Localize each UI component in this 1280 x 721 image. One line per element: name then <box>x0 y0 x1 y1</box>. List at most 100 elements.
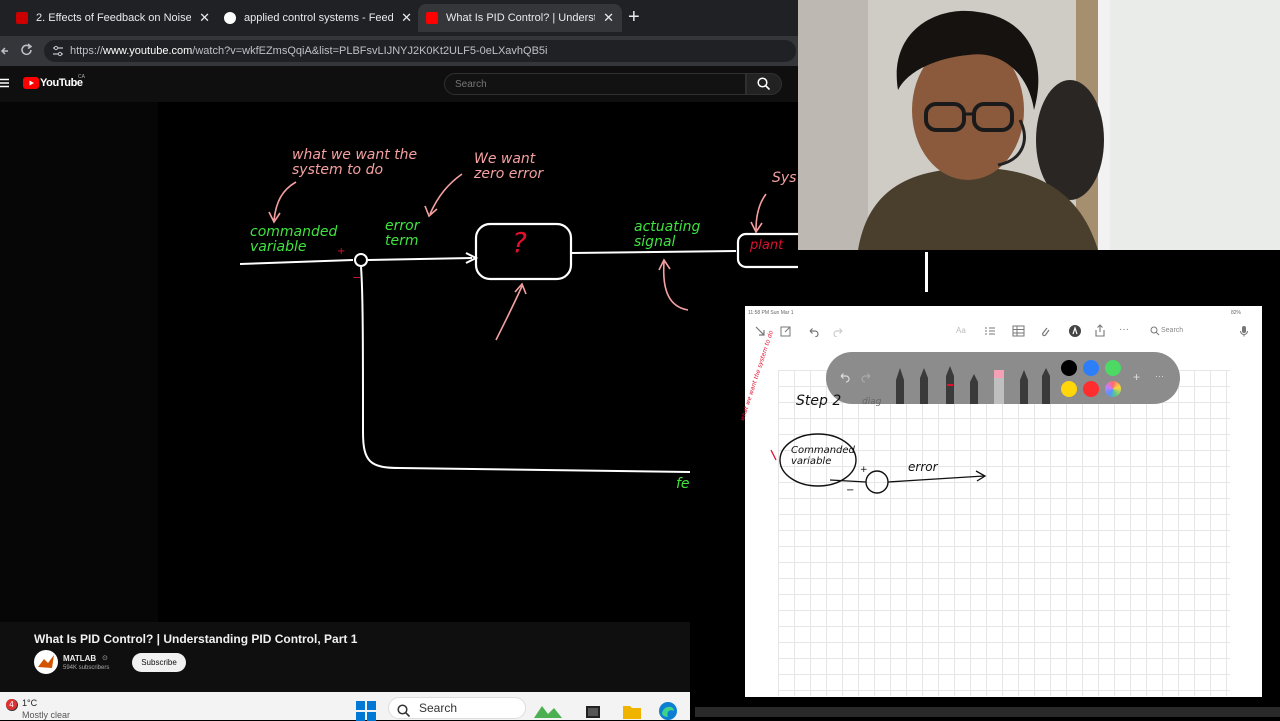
search-icon <box>757 77 771 91</box>
palette-more-button[interactable]: ··· <box>1155 371 1164 381</box>
search-icon <box>1150 326 1160 336</box>
webcam-feed <box>798 0 1280 250</box>
text-format-button[interactable]: Aa <box>956 326 966 335</box>
annotation-zero-error: We want zero error <box>474 151 544 182</box>
arrow-to-controller <box>495 285 523 341</box>
note-minus: − <box>846 485 855 496</box>
arrow-to-commanded <box>273 181 297 221</box>
youtube-search-input[interactable]: Search <box>444 73 746 95</box>
label-commanded-variable: commanded variable <box>250 224 338 255</box>
undo-icon[interactable] <box>807 325 819 337</box>
arrow-to-error <box>429 173 463 215</box>
pen-tool-6-icon <box>1042 368 1050 404</box>
palette-redo-icon[interactable] <box>860 370 874 384</box>
microphone-icon[interactable] <box>1239 325 1249 337</box>
taskbar-edge <box>695 707 1280 717</box>
color-swatch-multicolor[interactable] <box>1105 381 1121 397</box>
weather-description: Mostly clear <box>22 710 71 720</box>
pen-tool-4-icon <box>970 374 978 404</box>
weather-temperature: 1°C <box>22 698 38 708</box>
reload-icon[interactable] <box>19 42 35 58</box>
pen-tool-1-icon <box>896 368 904 404</box>
url-rest: /watch?v=wkfEZmsQqiA&list=PLBFsvLIJNYJ2K… <box>192 45 548 57</box>
table-icon[interactable] <box>1012 325 1025 337</box>
channel-avatar[interactable] <box>34 650 58 674</box>
collapse-icon[interactable] <box>754 325 766 337</box>
edge-browser-icon[interactable] <box>658 701 678 721</box>
diagram-partial-line <box>925 252 928 292</box>
youtube-logo-text: YouTube <box>40 77 83 89</box>
plus-sign: + <box>337 246 346 257</box>
pen-tool-2-icon <box>920 368 928 404</box>
note-error: error <box>908 460 938 474</box>
subscriber-count: 594K subscribers <box>63 665 110 671</box>
url-field[interactable]: https://www.youtube.com/watch?v=wkfEZmsQ… <box>44 40 796 62</box>
hamburger-menu-icon[interactable] <box>0 78 10 88</box>
error-line <box>367 257 473 261</box>
color-swatch-red[interactable] <box>1083 381 1099 397</box>
compose-icon[interactable] <box>780 325 792 337</box>
close-tab-icon[interactable]: ✕ <box>199 10 210 26</box>
url-host: www.youtube.com <box>103 45 193 57</box>
channel-name[interactable]: MATLAB <box>63 654 96 663</box>
notes-grid-canvas[interactable] <box>778 370 1230 696</box>
pen-tools[interactable] <box>888 362 1058 404</box>
controller-question-mark: ? <box>512 226 527 259</box>
note-commanded-variable: Commanded variable <box>791 445 855 467</box>
tab-title: applied control systems - Feedba <box>244 12 394 24</box>
block-diagram <box>239 173 800 473</box>
arrow-to-actuating <box>662 261 689 311</box>
add-tool-button[interactable]: + <box>1133 370 1140 384</box>
summing-junction <box>354 253 368 267</box>
redo-icon[interactable] <box>833 325 845 337</box>
annotation-sys-partial: Sys <box>772 170 797 186</box>
color-swatch-black[interactable] <box>1061 360 1077 376</box>
youtube-logo-icon[interactable] <box>23 77 39 89</box>
youtube-favicon-icon <box>426 12 438 24</box>
close-tab-icon[interactable]: ✕ <box>603 10 614 26</box>
verified-icon: ⊙ <box>102 655 108 662</box>
note-step-suffix: diag <box>862 397 882 407</box>
palette-undo-icon[interactable] <box>838 370 852 384</box>
note-plus: + <box>860 465 868 475</box>
more-options-button[interactable]: ··· <box>1119 324 1129 335</box>
site-info-icon[interactable] <box>52 45 64 57</box>
markup-pen-icon[interactable] <box>1068 324 1082 338</box>
webcam-lower-strip <box>798 250 1280 306</box>
tab-effects-of-feedback[interactable]: 2. Effects of Feedback on Noise ar ✕ <box>8 4 218 32</box>
color-swatch-green[interactable] <box>1105 360 1121 376</box>
tab-title: 2. Effects of Feedback on Noise ar <box>36 12 192 24</box>
tab-title: What Is PID Control? | Understand <box>446 12 595 24</box>
label-actuating-signal: actuating signal <box>634 219 701 250</box>
youtube-country-code: CA <box>78 74 85 80</box>
file-explorer-icon[interactable] <box>622 702 642 720</box>
checklist-icon[interactable] <box>984 325 996 337</box>
feedback-line <box>360 266 691 473</box>
minus-sign: − <box>352 271 362 284</box>
close-tab-icon[interactable]: ✕ <box>401 10 412 26</box>
new-tab-button[interactable]: + <box>628 6 640 29</box>
youtube-favicon-icon <box>16 12 28 24</box>
pen-tool-5-icon <box>1020 370 1028 404</box>
tablet-search-field[interactable]: Search <box>1161 327 1183 334</box>
color-swatch-yellow[interactable] <box>1061 381 1077 397</box>
tab-applied-control-systems[interactable]: applied control systems - Feedba ✕ <box>216 4 420 32</box>
search-icon <box>397 704 411 718</box>
label-feedback-partial: fe <box>676 476 690 492</box>
url-prefix: https:// <box>70 45 104 57</box>
weather-badge: 4 <box>6 699 17 710</box>
tab-what-is-pid-control[interactable]: What Is PID Control? | Understand ✕ <box>418 4 622 32</box>
input-line <box>239 259 354 265</box>
taskbar-widget-icon[interactable] <box>532 702 564 720</box>
subscribe-button[interactable]: Subscribe <box>132 653 186 672</box>
webcam-scene <box>798 0 1280 250</box>
tablet-status-battery: 82% <box>1231 310 1242 316</box>
attachment-icon[interactable] <box>1039 325 1051 337</box>
color-swatch-blue[interactable] <box>1083 360 1099 376</box>
windows-start-icon[interactable] <box>356 701 376 721</box>
annotation-what-we-want: what we want the system to do <box>292 147 418 178</box>
actuating-line <box>571 250 737 254</box>
task-view-icon[interactable] <box>584 703 602 720</box>
share-icon[interactable] <box>1094 324 1106 338</box>
label-error-term: error term <box>385 218 420 249</box>
